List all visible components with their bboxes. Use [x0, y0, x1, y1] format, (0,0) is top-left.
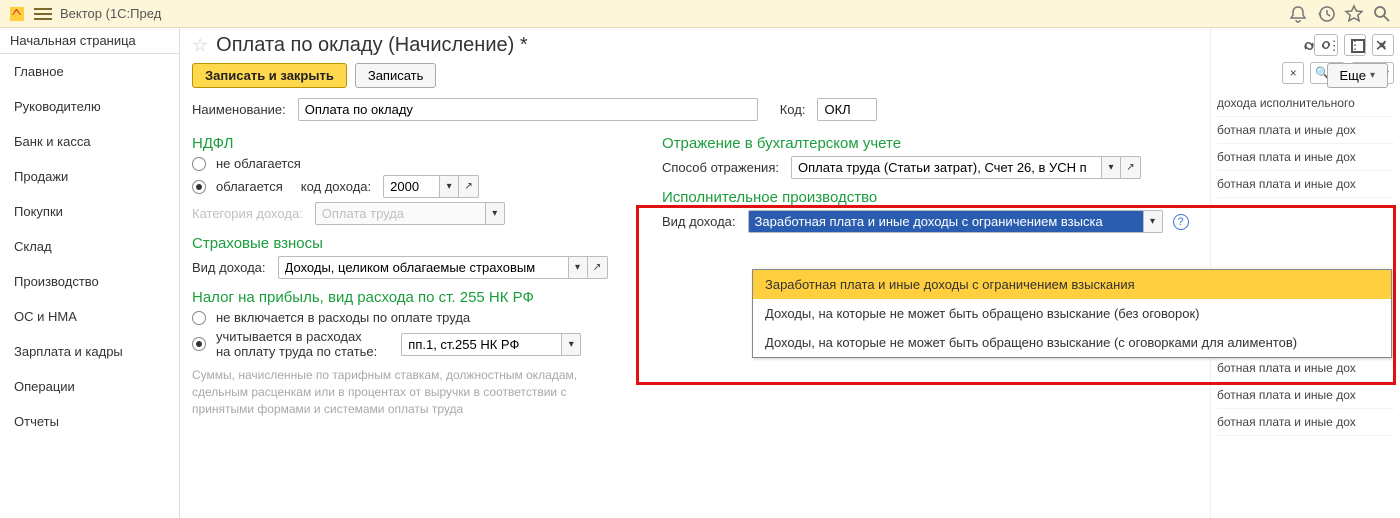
profit-article-combo[interactable]: ▾: [401, 333, 581, 356]
nav-item[interactable]: Руководителю: [0, 89, 179, 124]
profit-yes-label: учитывается в расходах на оплату труда п…: [216, 329, 377, 359]
code-label: Код:: [780, 102, 806, 117]
exec-section-title: Исполнительное производство: [662, 189, 1222, 206]
search-icon[interactable]: [1372, 4, 1392, 24]
nav-item[interactable]: Главное: [0, 54, 179, 89]
accounting-method-combo[interactable]: ▾ ↗: [791, 156, 1141, 179]
nav-item[interactable]: Операции: [0, 369, 179, 404]
profit-yes-radio[interactable]: [192, 337, 206, 351]
dropdown-option[interactable]: Доходы, на которые не может быть обращен…: [753, 299, 1391, 328]
insurance-kind-combo[interactable]: ▾ ↗: [278, 256, 608, 279]
star-icon[interactable]: [1344, 4, 1364, 24]
save-close-button[interactable]: Записать и закрыть: [192, 63, 347, 88]
favorite-star-icon[interactable]: ☆: [192, 35, 208, 56]
income-code-label: код дохода:: [301, 179, 371, 194]
insurance-kind-label: Вид дохода:: [192, 260, 266, 275]
open-icon[interactable]: ↗: [588, 256, 608, 279]
link-icon[interactable]: [1300, 37, 1318, 55]
accounting-method-input[interactable]: [791, 156, 1101, 179]
category-combo: ▾: [315, 202, 505, 225]
insurance-kind-input[interactable]: [278, 256, 568, 279]
help-icon[interactable]: ?: [1173, 214, 1189, 230]
nav-item[interactable]: Производство: [0, 264, 179, 299]
open-icon[interactable]: ↗: [1121, 156, 1141, 179]
nav-item[interactable]: Продажи: [0, 159, 179, 194]
chevron-down-icon[interactable]: ▾: [1101, 156, 1121, 179]
accounting-section-title: Отражение в бухгалтерском учете: [662, 135, 1222, 152]
name-label: Наименование:: [192, 102, 286, 117]
app-title: Вектор (1С:Пред: [60, 6, 161, 21]
exec-kind-label: Вид дохода:: [662, 214, 736, 229]
nav-item[interactable]: Отчеты: [0, 404, 179, 439]
open-icon[interactable]: ↗: [459, 175, 479, 198]
app-bar: Вектор (1С:Пред: [0, 0, 1400, 28]
close-icon[interactable]: ✕: [1375, 36, 1388, 56]
ndfl-no-radio[interactable]: [192, 157, 206, 171]
bell-icon[interactable]: [1288, 4, 1308, 24]
insurance-section-title: Страховые взносы: [192, 235, 622, 252]
chevron-down-icon[interactable]: ▾: [1143, 210, 1163, 233]
ndfl-no-label: не облагается: [216, 156, 301, 171]
accounting-method-label: Способ отражения:: [662, 160, 779, 175]
income-code-input[interactable]: [383, 175, 439, 198]
category-input: [315, 202, 485, 225]
profit-article-input[interactable]: [401, 333, 561, 356]
kebab-icon[interactable]: ⋮: [1328, 38, 1341, 54]
dropdown-option[interactable]: Доходы, на которые не может быть обращен…: [753, 328, 1391, 357]
profit-tax-section-title: Налог на прибыль, вид расхода по ст. 255…: [192, 289, 622, 306]
exec-kind-combo[interactable]: ▾: [748, 210, 1163, 233]
profit-no-radio[interactable]: [192, 311, 206, 325]
maximize-icon[interactable]: [1351, 39, 1365, 53]
start-page-tab[interactable]: Начальная страница: [0, 28, 179, 54]
dropdown-option[interactable]: Заработная плата и иные доходы с огранич…: [753, 270, 1391, 299]
chevron-down-icon[interactable]: ▾: [568, 256, 588, 279]
profit-no-label: не включается в расходы по оплате труда: [216, 310, 470, 325]
chevron-down-icon: ▾: [485, 202, 505, 225]
ndfl-yes-label: облагается: [216, 179, 283, 194]
history-icon[interactable]: [1316, 4, 1336, 24]
chevron-down-icon[interactable]: ▾: [561, 333, 581, 356]
name-input[interactable]: [298, 98, 758, 121]
app-logo: [8, 5, 26, 23]
save-button[interactable]: Записать: [355, 63, 437, 88]
nav-item[interactable]: Покупки: [0, 194, 179, 229]
ndfl-section-title: НДФЛ: [192, 135, 622, 152]
profit-hint-text: Суммы, начисленные по тарифным ставкам, …: [192, 367, 612, 417]
more-button[interactable]: Еще: [1327, 63, 1388, 88]
page-title: Оплата по окладу (Начисление) *: [216, 34, 528, 57]
exec-kind-input[interactable]: [748, 210, 1143, 233]
category-label: Категория дохода:: [192, 206, 303, 221]
code-input[interactable]: [817, 98, 877, 121]
income-code-combo[interactable]: ▾ ↗: [383, 175, 479, 198]
exec-kind-dropdown[interactable]: Заработная плата и иные доходы с огранич…: [752, 269, 1392, 358]
menu-icon[interactable]: [34, 5, 52, 23]
nav-item[interactable]: Зарплата и кадры: [0, 334, 179, 369]
nav-item[interactable]: Банк и касса: [0, 124, 179, 159]
ndfl-yes-radio[interactable]: [192, 180, 206, 194]
nav-item[interactable]: Склад: [0, 229, 179, 264]
nav-sidebar: Начальная страница Главное Руководителю …: [0, 28, 180, 518]
chevron-down-icon[interactable]: ▾: [439, 175, 459, 198]
nav-item[interactable]: ОС и НМА: [0, 299, 179, 334]
